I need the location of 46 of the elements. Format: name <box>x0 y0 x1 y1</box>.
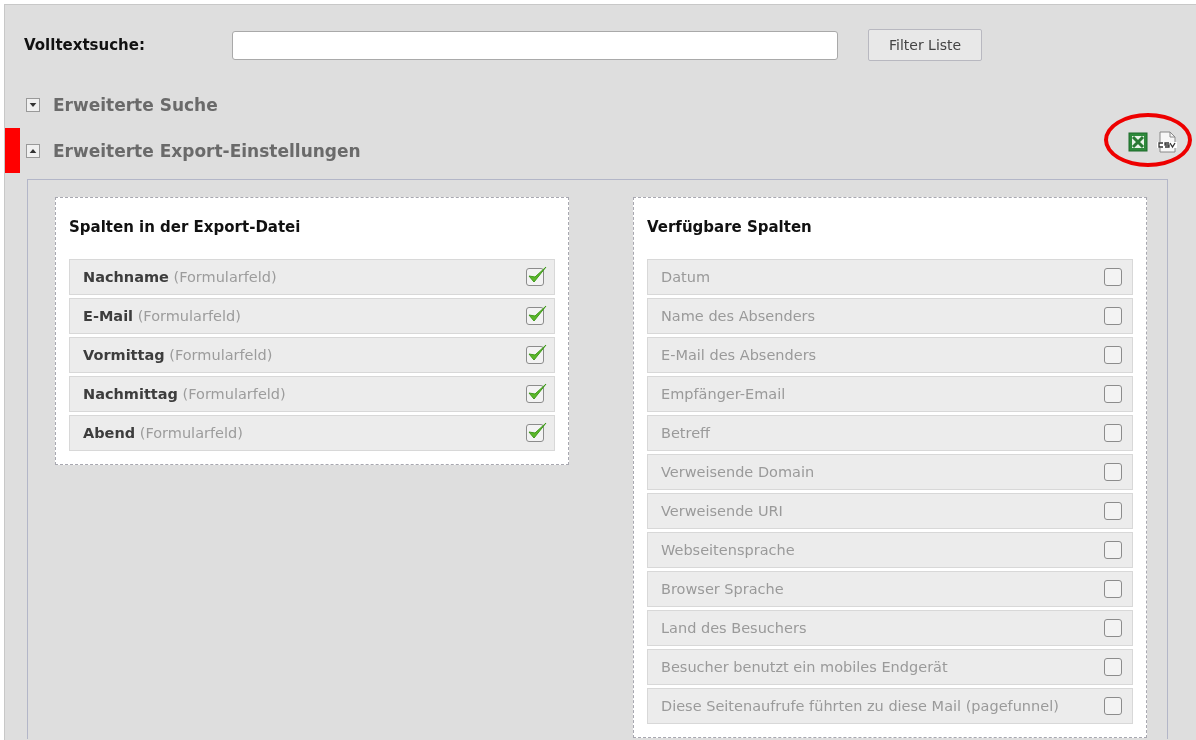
column-label: Vormittag (Formularfeld) <box>83 347 274 363</box>
csv-file-icon[interactable] <box>1156 131 1178 153</box>
annotation-marker <box>5 128 20 173</box>
column-label: Nachmittag (Formularfeld) <box>83 386 287 402</box>
section-header[interactable]: Erweiterte Suche <box>53 95 218 115</box>
checkbox[interactable] <box>526 424 544 442</box>
checkbox[interactable] <box>1104 385 1122 403</box>
column-label: Verweisende Domain <box>661 464 816 480</box>
filter-button[interactable]: Filter Liste <box>868 29 983 61</box>
column-label: E-Mail (Formularfeld) <box>83 308 242 324</box>
expand-toggle-icon[interactable] <box>26 98 40 112</box>
column-label: E-Mail des Absenders <box>661 347 818 363</box>
section-header[interactable]: Erweiterte Export-Einstellungen <box>53 141 361 161</box>
panel-title: Spalten in der Export-Datei <box>69 218 302 236</box>
excel-icon[interactable] <box>1128 132 1148 152</box>
checkbox[interactable] <box>1104 658 1122 676</box>
column-label: Abend (Formularfeld) <box>83 425 244 441</box>
checkbox[interactable] <box>1104 502 1122 520</box>
checkbox[interactable] <box>1104 346 1122 364</box>
checkbox[interactable] <box>526 307 544 325</box>
checkbox[interactable] <box>526 346 544 364</box>
column-label: Name des Absenders <box>661 308 817 324</box>
column-label: Webseitensprache <box>661 542 796 558</box>
search-label: Volltextsuche: <box>24 36 146 54</box>
column-label: Datum <box>661 269 712 285</box>
checkbox[interactable] <box>1104 580 1122 598</box>
column-label: Besucher benutzt ein mobiles Endgerät <box>661 659 949 675</box>
column-label: Land des Besuchers <box>661 620 808 636</box>
checkbox[interactable] <box>1104 424 1122 442</box>
column-label: Empfänger-Email <box>661 386 787 402</box>
column-label: Browser Sprache <box>661 581 785 597</box>
checkbox[interactable] <box>1104 541 1122 559</box>
checkbox[interactable] <box>526 385 544 403</box>
column-label: Nachname (Formularfeld) <box>83 269 278 285</box>
column-label: Verweisende URI <box>661 503 784 519</box>
checkbox[interactable] <box>1104 268 1122 286</box>
checkbox[interactable] <box>1104 697 1122 715</box>
column-label: Diese Seitenaufrufe führten zu diese Mail (pagefunnel) <box>661 698 1060 714</box>
column-label: Betreff <box>661 425 712 441</box>
checkbox[interactable] <box>1104 463 1122 481</box>
checkbox[interactable] <box>1104 619 1122 637</box>
collapse-toggle-icon[interactable] <box>26 144 40 158</box>
checkbox[interactable] <box>1104 307 1122 325</box>
search-field[interactable] <box>232 30 838 60</box>
checkbox[interactable] <box>526 268 544 286</box>
panel-title: Verfügbare Spalten <box>647 218 813 236</box>
